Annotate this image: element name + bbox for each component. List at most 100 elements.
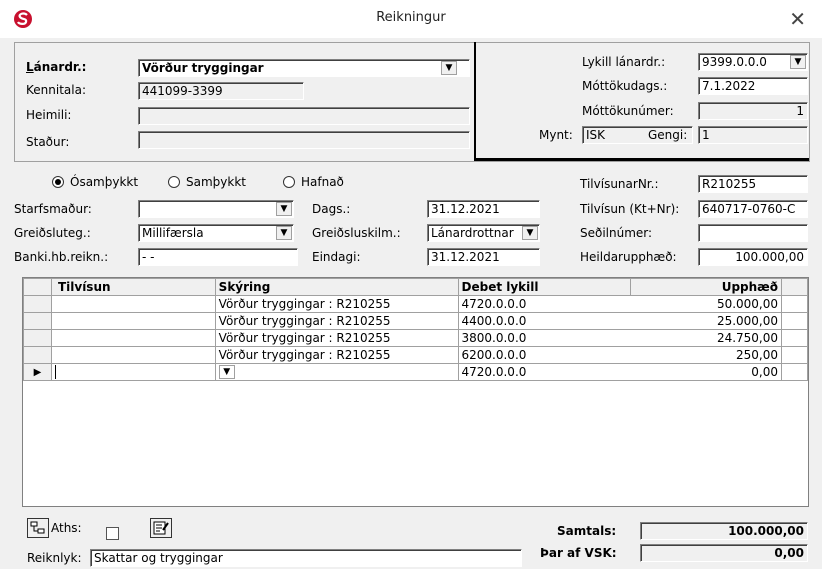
greidsluteg-label: Greiðsluteg.:	[14, 226, 91, 240]
starfsmadur-select[interactable]: ▼	[138, 200, 294, 218]
col-header-debet[interactable]: Debet lykill	[457, 278, 632, 296]
greidsluteg-value: Millifærsla	[142, 226, 204, 240]
greidsluteg-select[interactable]: Millifærsla ▼	[138, 224, 294, 242]
lykill-select[interactable]: 9399.0.0.0 ▼	[698, 53, 808, 71]
cell-debet-text: 6200.0.0.0	[461, 347, 527, 362]
cell-skyring[interactable]: Vörður tryggingar : R210255	[214, 346, 459, 364]
cell-skyring[interactable]: ▼	[214, 363, 459, 381]
heildarupphaed-field[interactable]: 100.000,00	[698, 248, 808, 266]
col-header-skyring[interactable]: Skýring	[214, 278, 459, 296]
radio-osampykkt-label: Ósamþykkt	[70, 175, 139, 189]
table-row[interactable]: Vörður tryggingar : R210255 3800.0.0.0 24…	[23, 329, 808, 347]
mottokudags-field[interactable]: 7.1.2022	[698, 77, 808, 95]
radio-hafnad-label: Hafnað	[301, 175, 344, 189]
starfsmadur-label: Starfsmaður:	[14, 202, 92, 216]
cell-tilvisun[interactable]	[50, 346, 216, 364]
eindagi-field[interactable]: 31.12.2021	[427, 248, 540, 266]
cell-debet[interactable]: 6200.0.0.0 250,00	[457, 346, 783, 364]
cell-skyring[interactable]: Vörður tryggingar : R210255	[214, 329, 459, 347]
cell-spacer	[781, 346, 808, 364]
dropdown-arrow-icon[interactable]: ▼	[218, 365, 235, 379]
cell-skyring[interactable]: Vörður tryggingar : R210255	[214, 295, 459, 313]
banki-label: Banki.hb.reikn.:	[14, 250, 109, 264]
radio-sampykkt-label: Samþykkt	[186, 175, 246, 189]
kennitala-label: Kennitala:	[26, 83, 86, 97]
dropdown-arrow-icon[interactable]: ▼	[441, 61, 457, 75]
cell-skyring[interactable]: Vörður tryggingar : R210255	[214, 312, 459, 330]
heimili-field[interactable]	[138, 107, 470, 125]
dropdown-arrow-icon[interactable]: ▼	[790, 55, 806, 69]
radio-osampykkt[interactable]	[52, 176, 64, 188]
eindagi-label: Eindagi:	[312, 250, 361, 264]
banki-field[interactable]: - -	[138, 248, 298, 266]
cell-spacer	[781, 312, 808, 330]
table-row[interactable]: Vörður tryggingar : R210255 4400.0.0.0 25…	[23, 312, 808, 330]
cell-debet[interactable]: 4400.0.0.0 25.000,00	[457, 312, 783, 330]
cell-spacer	[781, 295, 808, 313]
row-selector[interactable]	[23, 329, 52, 347]
heildarupphaed-label: Heildarupphæð:	[580, 250, 677, 264]
col-header-spacer	[781, 278, 808, 296]
mottokunumer-field[interactable]: 1	[698, 102, 808, 120]
table-row[interactable]: Vörður tryggingar : R210255 4720.0.0.0 50…	[23, 295, 808, 313]
edit-note-icon[interactable]	[150, 518, 172, 538]
cell-tilvisun[interactable]	[50, 329, 216, 347]
window-title: Reikningur	[376, 10, 446, 25]
col-header-tilvisun[interactable]: Tilvísun	[50, 278, 216, 296]
row-selector[interactable]	[23, 295, 52, 313]
table-row-new[interactable]: ▶ ▼ 4720.0.0.0 0,00	[23, 363, 808, 381]
lanardr-label: Lánardr.:	[26, 60, 87, 74]
row-selector[interactable]	[23, 312, 52, 330]
mottokudags-label: Móttökudags.:	[582, 79, 668, 93]
line-items-table: Tilvísun Skýring Debet lykill Upphæð Vör…	[23, 278, 808, 381]
cell-debet[interactable]: 3800.0.0.0 24.750,00	[457, 329, 783, 347]
tilvisunarnr-label: TilvísunarNr.:	[580, 177, 659, 191]
reiknlyk-field[interactable]: Skattar og tryggingar	[90, 549, 522, 567]
col-header-upphaed[interactable]: Upphæð	[630, 278, 782, 296]
stadur-field[interactable]	[138, 131, 470, 149]
radio-sampykkt[interactable]	[168, 176, 180, 188]
mynt-label: Mynt:	[539, 128, 573, 142]
tree-icon[interactable]	[27, 518, 49, 538]
tilvisunarnr-field[interactable]: R210255	[698, 175, 808, 193]
tilvisun-kt-field[interactable]: 640717-0760-C	[698, 200, 808, 218]
cell-tilvisun[interactable]	[50, 363, 216, 381]
radio-hafnad[interactable]	[283, 176, 295, 188]
divider-vertical	[474, 42, 476, 160]
dropdown-arrow-icon[interactable]: ▼	[522, 226, 538, 240]
sedilnumer-label: Seðilnúmer:	[580, 226, 653, 240]
row-selector[interactable]	[23, 346, 52, 364]
line-items-grid[interactable]: Tilvísun Skýring Debet lykill Upphæð Vör…	[22, 277, 809, 507]
cell-spacer	[781, 363, 808, 381]
dags-field[interactable]: 31.12.2021	[427, 200, 540, 218]
cell-debet-text: 4720.0.0.0	[461, 364, 527, 379]
cell-debet-text: 4400.0.0.0	[461, 313, 527, 328]
title-bar: Reikningur ✕	[0, 0, 822, 38]
divider-horizontal	[474, 158, 809, 161]
samtals-label: Samtals:	[557, 524, 617, 538]
dropdown-arrow-icon[interactable]: ▼	[276, 202, 292, 216]
gengi-field[interactable]: 1	[698, 126, 808, 144]
lanardr-select[interactable]: Vörður tryggingar ▼	[138, 59, 470, 77]
grid-header-row: Tilvísun Skýring Debet lykill Upphæð	[23, 278, 808, 296]
mynt-value: ISK	[586, 128, 606, 142]
dags-label: Dags.:	[312, 202, 351, 216]
cell-tilvisun[interactable]	[50, 295, 216, 313]
close-icon[interactable]: ✕	[789, 7, 806, 31]
cell-upphaed: 250,00	[736, 347, 779, 362]
aths-checkbox[interactable]	[106, 527, 119, 540]
cell-debet[interactable]: 4720.0.0.0 50.000,00	[457, 295, 783, 313]
cell-debet-text: 4720.0.0.0	[461, 296, 527, 311]
row-pointer-icon[interactable]: ▶	[23, 363, 52, 381]
kennitala-field[interactable]: 441099-3399	[138, 82, 304, 100]
cell-debet[interactable]: 4720.0.0.0 0,00	[457, 363, 783, 381]
vsk-label: Þar af VSK:	[540, 546, 617, 560]
sedilnumer-field[interactable]	[698, 224, 808, 242]
cell-tilvisun[interactable]	[50, 312, 216, 330]
greidsluskilm-select[interactable]: Lánardrottnar ▼	[427, 224, 540, 242]
greidsluskilm-label: Greiðsluskilm.:	[312, 226, 401, 240]
heimili-label: Heimili:	[26, 108, 72, 122]
table-row[interactable]: Vörður tryggingar : R210255 6200.0.0.0 25…	[23, 346, 808, 364]
dropdown-arrow-icon[interactable]: ▼	[276, 226, 292, 240]
text-cursor	[54, 364, 56, 379]
